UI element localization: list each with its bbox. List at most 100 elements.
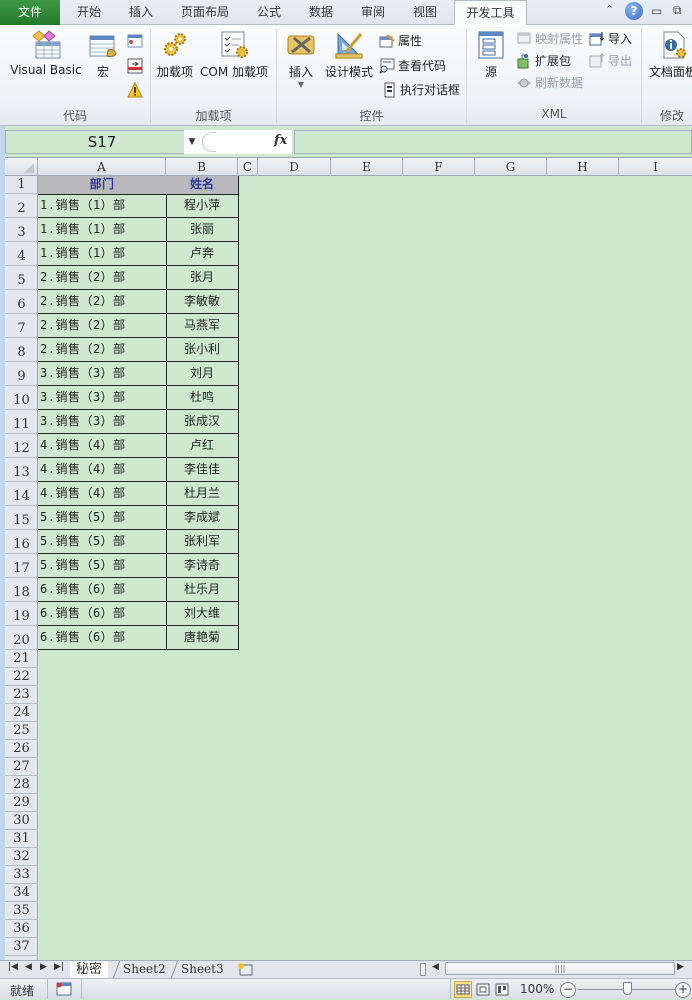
row-header[interactable]: 30 (5, 812, 38, 830)
cell-department[interactable]: 5.销售（5）部 (38, 554, 167, 578)
macro-security-button[interactable] (127, 81, 143, 101)
cell-department[interactable]: 6.销售（6）部 (38, 626, 167, 650)
help-icon[interactable]: ? (625, 2, 643, 20)
row-header[interactable]: 13 (5, 458, 38, 482)
cell-department[interactable]: 1.销售（1）部 (38, 242, 167, 266)
row-header[interactable]: 7 (5, 314, 38, 338)
cell-department[interactable]: 1.销售（1）部 (38, 218, 167, 242)
cell-department[interactable]: 3.销售（3）部 (38, 386, 167, 410)
row-header[interactable]: 35 (5, 902, 38, 920)
cell-department[interactable]: 2.销售（2）部 (38, 338, 167, 362)
tab-page-layout[interactable]: 页面布局 (170, 0, 240, 25)
cell-department[interactable]: 4.销售（4）部 (38, 434, 167, 458)
row-header[interactable]: 32 (5, 848, 38, 866)
header-cell-name[interactable]: 姓名 (166, 176, 239, 195)
cell-department[interactable]: 2.销售（2）部 (38, 290, 167, 314)
cell-name[interactable]: 李成斌 (166, 506, 239, 530)
row-header[interactable]: 3 (5, 218, 38, 242)
cell-name[interactable]: 杜乐月 (166, 578, 239, 602)
row-header[interactable]: 16 (5, 530, 38, 554)
cell-department[interactable]: 6.销售（6）部 (38, 578, 167, 602)
visual-basic-button[interactable]: Visual Basic (8, 30, 84, 77)
tab-split-handle[interactable] (420, 963, 426, 976)
cell-department[interactable]: 4.销售（4）部 (38, 482, 167, 506)
row-header[interactable]: 15 (5, 506, 38, 530)
column-header-e[interactable]: E (331, 158, 403, 176)
map-properties-button[interactable]: 映射属性 (516, 30, 583, 47)
com-addins-button[interactable]: COM 加载项 (197, 30, 271, 80)
cell-name[interactable]: 卢红 (166, 434, 239, 458)
tab-view[interactable]: 视图 (402, 0, 448, 25)
cell-department[interactable]: 2.销售（2）部 (38, 266, 167, 290)
cell-department[interactable]: 2.销售（2）部 (38, 314, 167, 338)
row-header[interactable]: 19 (5, 602, 38, 626)
tab-file[interactable]: 文件 (0, 0, 60, 25)
cell-name[interactable]: 张月 (166, 266, 239, 290)
row-header[interactable]: 26 (5, 740, 38, 758)
expansion-packs-button[interactable]: 扩展包 (516, 52, 571, 69)
cell-name[interactable]: 李诗奇 (166, 554, 239, 578)
row-header[interactable]: 6 (5, 290, 38, 314)
tab-data[interactable]: 数据 (298, 0, 344, 25)
record-macro-button[interactable] (127, 33, 143, 52)
zoom-level[interactable]: 100% (520, 982, 554, 996)
column-header-g[interactable]: G (475, 158, 547, 176)
run-dialog-button[interactable]: 执行对话框 (381, 81, 460, 98)
tab-formulas[interactable]: 公式 (246, 0, 292, 25)
page-layout-view-button[interactable] (475, 982, 491, 1000)
column-header-f[interactable]: F (403, 158, 475, 176)
select-all-button[interactable] (5, 158, 38, 176)
sheet-tab-secret[interactable]: 秘密 (70, 961, 109, 978)
name-box-dropdown-icon[interactable]: ▼ (184, 130, 200, 154)
cell-name[interactable]: 张利军 (166, 530, 239, 554)
cell-name[interactable]: 杜月兰 (166, 482, 239, 506)
cell-name[interactable]: 李佳佳 (166, 458, 239, 482)
row-header[interactable]: 17 (5, 554, 38, 578)
row-header[interactable]: 9 (5, 362, 38, 386)
row-header[interactable]: 12 (5, 434, 38, 458)
cell-department[interactable]: 5.销售（5）部 (38, 506, 167, 530)
row-header[interactable]: 29 (5, 794, 38, 812)
addins-button[interactable]: 加载项 (155, 30, 195, 80)
view-code-button[interactable]: 查看代码 (379, 57, 446, 74)
row-header[interactable]: 37 (5, 938, 38, 956)
insert-control-button[interactable]: 插入 ▼ (282, 30, 320, 89)
row-header[interactable]: 1 (5, 176, 38, 194)
column-header-i[interactable]: I (619, 158, 692, 176)
tab-home[interactable]: 开始 (66, 0, 112, 25)
properties-button[interactable]: 属性 (379, 32, 422, 49)
cell-department[interactable]: 4.销售（4）部 (38, 458, 167, 482)
page-break-view-button[interactable] (494, 982, 510, 1000)
normal-view-button[interactable] (454, 981, 472, 998)
row-header[interactable]: 27 (5, 758, 38, 776)
row-header[interactable]: 23 (5, 686, 38, 704)
restore-icon[interactable]: ⧉ (673, 3, 682, 18)
cell-name[interactable]: 张丽 (166, 218, 239, 242)
insert-function-button[interactable]: fx (274, 133, 287, 148)
cell-department[interactable]: 3.销售（3）部 (38, 362, 167, 386)
row-header[interactable]: 21 (5, 650, 38, 668)
column-header-d[interactable]: D (258, 158, 331, 176)
row-header[interactable]: 33 (5, 866, 38, 884)
row-header[interactable]: 2 (5, 194, 38, 218)
next-sheet-icon[interactable]: ▶ (40, 962, 47, 972)
formula-input[interactable] (294, 130, 692, 154)
macro-record-status-button[interactable] (56, 982, 72, 999)
last-sheet-icon[interactable]: ▶| (54, 962, 64, 972)
cell-department[interactable]: 3.销售（3）部 (38, 410, 167, 434)
cell-name[interactable]: 张成汉 (166, 410, 239, 434)
row-header[interactable]: 18 (5, 578, 38, 602)
first-sheet-icon[interactable]: |◀ (8, 962, 18, 972)
sheet-tab-sheet2[interactable]: Sheet2 (112, 961, 175, 978)
row-header[interactable]: 11 (5, 410, 38, 434)
row-header[interactable]: 28 (5, 776, 38, 794)
row-header[interactable]: 20 (5, 626, 38, 650)
row-header[interactable]: 22 (5, 668, 38, 686)
cell-name[interactable]: 马燕军 (166, 314, 239, 338)
row-header[interactable]: 24 (5, 704, 38, 722)
minimize-icon[interactable]: ▭ (651, 4, 662, 18)
cell-name[interactable]: 唐艳菊 (166, 626, 239, 650)
row-header[interactable]: 4 (5, 242, 38, 266)
relative-reference-button[interactable] (127, 58, 143, 77)
document-panel-button[interactable]: 文档面板 (645, 30, 692, 80)
